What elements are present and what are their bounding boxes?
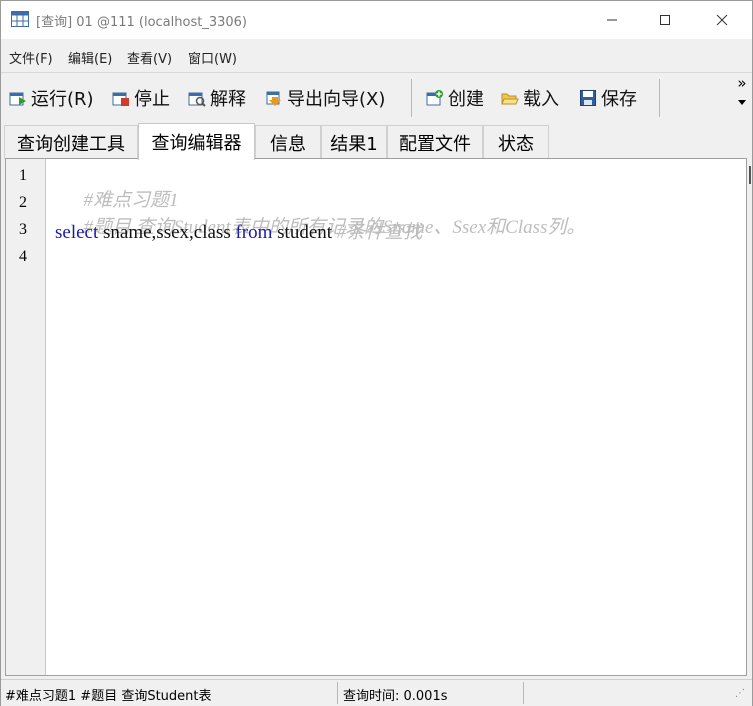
line-number: 1 — [19, 167, 27, 184]
minimize-icon — [607, 19, 617, 21]
save-icon — [580, 90, 596, 106]
tab-label: 结果1 — [330, 133, 378, 155]
stop-label: 停止 — [134, 89, 170, 110]
tab-profile[interactable]: 配置文件 — [387, 125, 483, 159]
stop-icon — [112, 92, 129, 106]
table-icon — [11, 11, 29, 27]
sql-keyword-from: from — [235, 222, 273, 243]
run-button[interactable]: 运行(R) — [9, 85, 94, 111]
dropdown-arrow-icon — [735, 95, 749, 107]
stop-button[interactable]: 停止 — [112, 85, 170, 111]
folder-open-icon — [501, 93, 519, 105]
explain-button[interactable]: 解释 — [188, 85, 246, 111]
menu-window[interactable]: 窗口(W) — [188, 48, 237, 67]
line-number: 2 — [19, 194, 27, 211]
export-icon — [266, 91, 281, 106]
sql-keyword-select: select — [55, 222, 99, 243]
query-window: [查询] 01 @111 (localhost_3306) 文件(F) 编辑(E… — [0, 0, 753, 706]
toolbar-overflow-button[interactable]: » — [735, 74, 749, 107]
menu-file[interactable]: 文件(F) — [9, 48, 53, 67]
run-icon — [9, 92, 26, 106]
load-button[interactable]: 载入 — [501, 85, 559, 111]
sql-editor[interactable]: 1 2 3 4 #难点习题1 #题目 查询Student表中的所有记录的Snam… — [5, 158, 747, 676]
line-number: 4 — [19, 248, 27, 265]
resize-grip-icon[interactable]: ⋰ — [735, 688, 745, 699]
status-query-time: 查询时间: 0.001s — [343, 689, 448, 704]
line-number-gutter: 1 2 3 4 — [6, 159, 46, 675]
sql-columns: sname,ssex,class — [98, 222, 236, 243]
tab-label: 查询编辑器 — [151, 133, 242, 154]
tab-label: 配置文件 — [399, 133, 471, 155]
title-bar: [查询] 01 @111 (localhost_3306) — [1, 1, 752, 39]
status-bar: #难点习题1 #题目 查询Student表 查询时间: 0.001s ⋰ — [1, 679, 752, 706]
status-query-preview: #难点习题1 #题目 查询Student表 — [5, 689, 212, 704]
save-button[interactable]: 保存 — [579, 85, 637, 111]
tab-bar: 查询创建工具 查询编辑器 信息 结果1 配置文件 状态 — [1, 123, 752, 160]
menu-bar: 文件(F) 编辑(E) 查看(V) 窗口(W) — [1, 41, 752, 71]
toolbar-separator — [411, 79, 412, 117]
chevron-double-right-icon: » — [737, 74, 747, 92]
tab-label: 状态 — [498, 133, 534, 155]
splitter-handle[interactable] — [749, 166, 753, 184]
run-label: 运行(R) — [31, 89, 94, 110]
toolbar: 运行(R) 停止 解释 导出向导(X) 创建 载入 保存 » — [1, 72, 752, 124]
line-number: 3 — [19, 221, 27, 238]
create-icon — [426, 90, 443, 106]
create-button[interactable]: 创建 — [426, 85, 484, 111]
tab-label: 查询创建工具 — [17, 133, 125, 155]
tab-result1[interactable]: 结果1 — [321, 125, 387, 159]
toolbar-separator — [659, 79, 660, 117]
export-wizard-button[interactable]: 导出向导(X) — [265, 85, 385, 111]
explain-icon — [188, 92, 206, 107]
tab-label: 信息 — [270, 133, 306, 155]
menu-view[interactable]: 查看(V) — [127, 48, 172, 67]
tab-query-builder[interactable]: 查询创建工具 — [4, 125, 138, 159]
close-button[interactable] — [699, 1, 745, 39]
code-line-3: select sname,ssex,class from student #条件… — [55, 217, 422, 244]
explain-label: 解释 — [210, 89, 246, 110]
menu-edit[interactable]: 编辑(E) — [68, 48, 112, 67]
export-wizard-label: 导出向导(X) — [287, 89, 386, 110]
close-icon — [716, 14, 728, 26]
sql-comment: #条件查找 — [336, 222, 423, 243]
create-label: 创建 — [448, 89, 484, 110]
load-label: 载入 — [523, 89, 559, 110]
sql-table-name: student — [272, 222, 337, 243]
window-title: [查询] 01 @111 (localhost_3306) — [36, 15, 247, 30]
tab-status[interactable]: 状态 — [483, 125, 549, 159]
maximize-icon — [660, 15, 670, 25]
status-separator — [337, 682, 338, 704]
maximize-button[interactable] — [642, 1, 688, 39]
minimize-button[interactable] — [589, 1, 635, 39]
tab-query-editor[interactable]: 查询编辑器 — [138, 123, 255, 160]
save-label: 保存 — [601, 89, 637, 110]
tab-info[interactable]: 信息 — [255, 125, 321, 159]
status-separator — [523, 682, 524, 704]
